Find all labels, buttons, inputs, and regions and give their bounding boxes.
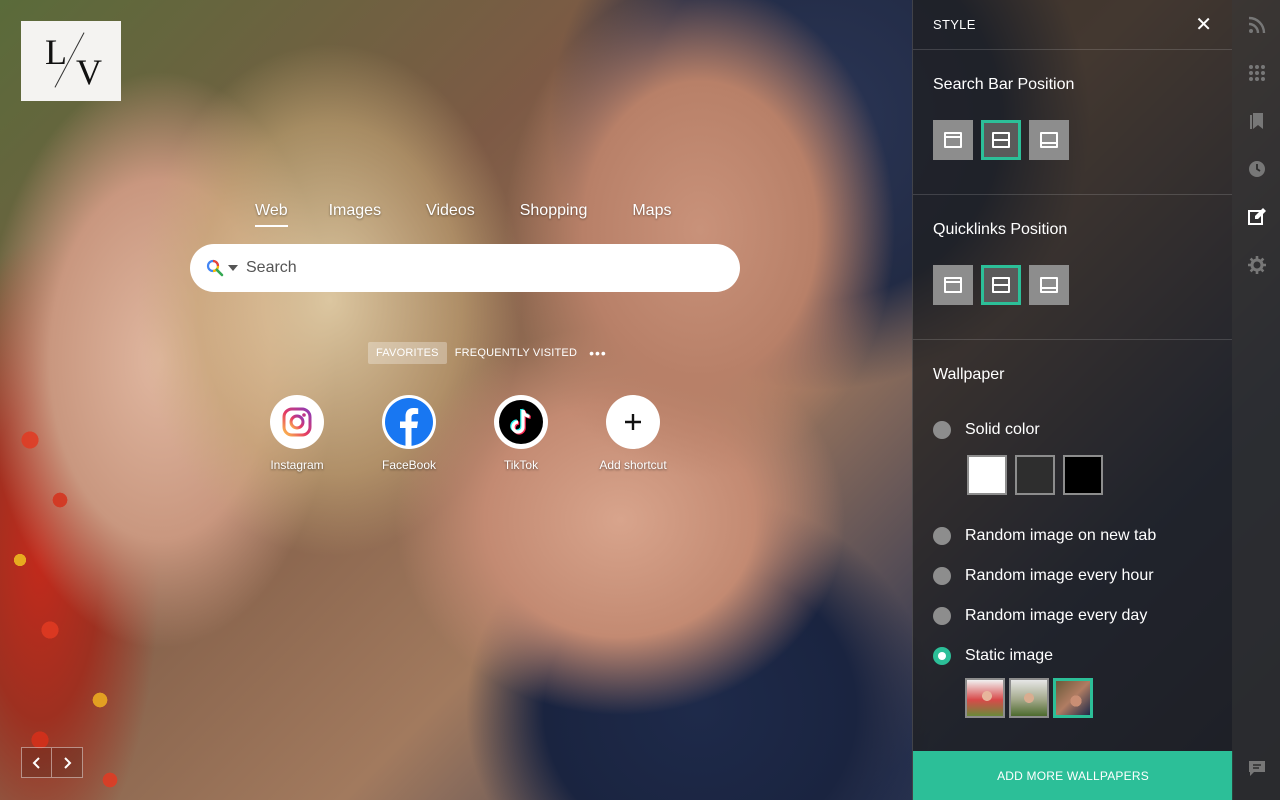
tab-frequently-visited[interactable]: FREQUENTLY VISITED [447, 342, 585, 364]
position-top-icon [944, 277, 962, 293]
position-top-icon [944, 132, 962, 148]
position-options [933, 120, 1212, 194]
wallpaper-section: Wallpaper Solid color Random image on ne… [913, 340, 1232, 718]
radio-button[interactable] [933, 421, 951, 439]
shortcut-facebook[interactable]: FaceBook [374, 395, 444, 472]
shortcut-instagram[interactable]: Instagram [262, 395, 332, 472]
apps-grid-icon[interactable] [1248, 64, 1266, 82]
swatch-white[interactable] [967, 455, 1007, 495]
radio-button[interactable] [933, 607, 951, 625]
panel-header: STYLE ✕ [913, 0, 1232, 50]
facebook-icon [385, 398, 433, 446]
position-top-button[interactable] [933, 120, 973, 160]
shortcut-icon-wrap [270, 395, 324, 449]
section-title: Wallpaper [933, 366, 1005, 383]
position-middle-icon [992, 132, 1010, 148]
option-label: Random image on new tab [965, 527, 1157, 544]
position-options [933, 265, 1212, 339]
bookmark-icon[interactable] [1248, 112, 1266, 130]
wallpaper-thumbnail[interactable] [1009, 678, 1049, 718]
radio-button[interactable] [933, 647, 951, 665]
search-type-tabs: Web Images Videos Shopping Maps [250, 202, 671, 227]
shortcut-tiktok[interactable]: TikTok [486, 395, 556, 472]
site-logo[interactable]: L V [21, 21, 121, 101]
section-title: Quicklinks Position [933, 221, 1068, 238]
position-bottom-button[interactable] [1029, 120, 1069, 160]
close-icon[interactable]: ✕ [1195, 15, 1212, 35]
wallpaper-nav [21, 747, 83, 778]
shortcut-label: FaceBook [381, 458, 437, 472]
radio-button[interactable] [933, 527, 951, 545]
option-label: Random image every day [965, 607, 1148, 624]
chevron-left-icon [32, 756, 40, 769]
clock-icon[interactable] [1248, 160, 1266, 178]
right-sidebar [1232, 0, 1280, 800]
quicklinks-tabs: FAVORITES FREQUENTLY VISITED ••• [368, 342, 607, 364]
swatch-black[interactable] [1063, 455, 1103, 495]
tab-favorites[interactable]: FAVORITES [368, 342, 447, 364]
add-more-wallpapers-button[interactable]: ADD MORE WALLPAPERS [913, 751, 1233, 800]
option-random-new-tab[interactable]: Random image on new tab [933, 524, 1212, 548]
search-input[interactable] [246, 259, 706, 277]
option-label: Static image [965, 647, 1054, 664]
logo-letter-v: V [76, 52, 102, 92]
chevron-right-icon [64, 756, 72, 769]
instagram-icon [282, 407, 312, 437]
caret-down-icon [228, 265, 238, 271]
tab-videos[interactable]: Videos [426, 202, 475, 227]
tab-maps[interactable]: Maps [632, 202, 671, 227]
more-options-icon[interactable]: ••• [589, 345, 607, 361]
wallpaper-thumbnail[interactable] [965, 678, 1005, 718]
option-random-day[interactable]: Random image every day [933, 604, 1212, 628]
next-wallpaper-button[interactable] [52, 747, 83, 778]
position-top-button[interactable] [933, 265, 973, 305]
option-solid-color[interactable]: Solid color [933, 418, 1212, 442]
section-title: Search Bar Position [933, 76, 1075, 93]
tab-images[interactable]: Images [329, 202, 381, 227]
tiktok-icon [499, 400, 543, 444]
logo-letter-l: L [45, 32, 67, 72]
shortcut-label: Instagram [270, 458, 324, 472]
search-icon [206, 259, 224, 277]
swatch-dark-gray[interactable] [1015, 455, 1055, 495]
option-static-image[interactable]: Static image [933, 644, 1212, 668]
position-bottom-icon [1040, 277, 1058, 293]
wallpaper-flowers [0, 380, 180, 800]
shortcuts-list: Instagram FaceBook TikTok Add shortcut [262, 395, 710, 472]
shortcut-label: Add shortcut [599, 458, 667, 472]
tab-shopping[interactable]: Shopping [520, 202, 588, 227]
gear-icon[interactable] [1248, 256, 1266, 274]
plus-icon [625, 414, 641, 430]
option-random-hour[interactable]: Random image every hour [933, 564, 1212, 588]
position-middle-button[interactable] [981, 265, 1021, 305]
search-bar [190, 244, 740, 292]
panel-title: STYLE [933, 17, 976, 32]
position-middle-icon [992, 277, 1010, 293]
position-bottom-icon [1040, 132, 1058, 148]
position-bottom-button[interactable] [1029, 265, 1069, 305]
solid-color-swatches [967, 455, 1212, 495]
shortcut-icon-wrap [494, 395, 548, 449]
radio-button[interactable] [933, 567, 951, 585]
option-label: Random image every hour [965, 567, 1154, 584]
search-bar-position-section: Search Bar Position [913, 50, 1232, 195]
position-middle-button[interactable] [981, 120, 1021, 160]
tab-web[interactable]: Web [255, 202, 288, 227]
rss-icon[interactable] [1248, 16, 1266, 34]
style-panel: STYLE ✕ Search Bar Position Quicklinks P… [912, 0, 1233, 800]
wallpaper-thumbnail[interactable] [1053, 678, 1093, 718]
feedback-icon[interactable] [1248, 760, 1266, 778]
shortcut-icon-wrap [382, 395, 436, 449]
static-image-thumbnails [965, 678, 1212, 718]
shortcut-add[interactable]: Add shortcut [598, 395, 668, 472]
shortcut-icon-wrap [606, 395, 660, 449]
quicklinks-position-section: Quicklinks Position [913, 195, 1232, 340]
shortcut-label: TikTok [503, 458, 539, 472]
prev-wallpaper-button[interactable] [21, 747, 52, 778]
search-engine-selector[interactable] [206, 259, 238, 277]
edit-style-icon[interactable] [1248, 208, 1266, 226]
option-label: Solid color [965, 421, 1040, 438]
